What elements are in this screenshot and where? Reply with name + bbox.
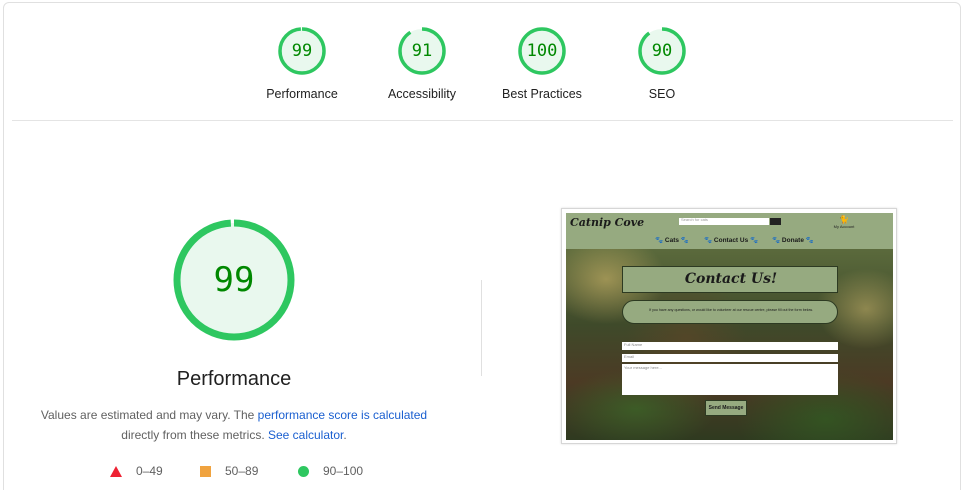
- site-hero-background: Contact Us! If you have any questions, o…: [566, 249, 893, 440]
- category-scores: 99 Performance 91 Accessibility 100 Best…: [0, 26, 967, 106]
- legend-range: 50–89: [225, 464, 259, 478]
- triangle-icon: [110, 465, 122, 477]
- legend-range: 0–49: [136, 464, 163, 478]
- score-value: 100: [526, 41, 558, 61]
- screenshot-page: Catnip Cove Search for cats 🐈 My Account…: [566, 213, 893, 440]
- site-nav-cats: 🐾 Cats 🐾: [655, 237, 689, 244]
- contact-title: Contact Us!: [684, 271, 778, 287]
- site-nav-links: 🐾 Cats 🐾 🐾 Contact Us 🐾 🐾 Donate 🐾: [566, 236, 893, 246]
- site-search-button: [770, 218, 781, 225]
- site-search-placeholder: Search for cats: [681, 217, 708, 222]
- site-message-field: Your message here...: [622, 364, 838, 395]
- category-label: Best Practices: [502, 87, 582, 101]
- score-value: 91: [411, 41, 433, 61]
- category-gauge-seo[interactable]: 90 SEO: [607, 26, 717, 101]
- score-ring: 91: [397, 26, 447, 76]
- site-send-button: Send Message: [705, 400, 747, 416]
- final-screenshot[interactable]: Catnip Cove Search for cats 🐈 My Account…: [561, 208, 897, 444]
- cat-icon: 🐈: [839, 215, 849, 224]
- score-value: 99: [291, 41, 313, 61]
- square-icon: [200, 465, 211, 477]
- legend-range: 90–100: [323, 464, 364, 478]
- desc-text: Values are estimated and may vary. The: [40, 408, 258, 422]
- category-gauge-accessibility[interactable]: 91 Accessibility: [367, 26, 477, 101]
- category-label: Accessibility: [387, 87, 457, 101]
- category-label: Performance: [266, 87, 338, 101]
- legend-average: 50–89: [200, 464, 258, 478]
- legend-fail: 0–49: [110, 464, 163, 478]
- score-ring: 100: [517, 26, 567, 76]
- performance-score-gauge: 99: [172, 218, 296, 342]
- score-value: 90: [651, 41, 673, 61]
- desc-text: .: [343, 428, 347, 442]
- performance-description: Values are estimated and may vary. The p…: [20, 405, 448, 445]
- performance-score-link[interactable]: performance score is calculated: [258, 408, 427, 422]
- category-label: SEO: [648, 87, 676, 101]
- category-gauge-best-practices[interactable]: 100 Best Practices: [487, 26, 597, 101]
- site-nav-contact: 🐾 Contact Us 🐾: [704, 237, 759, 244]
- contact-info-text: If you have any questions, or would like…: [649, 308, 813, 312]
- field-placeholder: Full Name: [624, 342, 643, 347]
- contact-info-box: If you have any questions, or would like…: [622, 300, 838, 324]
- contact-title-box: Contact Us!: [622, 266, 838, 293]
- field-placeholder: Email: [624, 354, 635, 359]
- section-divider: [12, 120, 953, 121]
- site-account-label: My Account: [833, 224, 855, 229]
- legend-pass: 90–100: [298, 464, 363, 478]
- site-nav-donate: 🐾 Donate 🐾: [772, 237, 814, 244]
- vertical-divider: [481, 280, 482, 376]
- field-placeholder: Your message here...: [624, 365, 662, 370]
- category-gauge-performance[interactable]: 99 Performance: [247, 26, 357, 101]
- site-logo: Catnip Cove: [570, 216, 645, 229]
- desc-text: directly from these metrics.: [121, 428, 268, 442]
- site-email-field: Email: [622, 354, 838, 362]
- performance-title: Performance: [176, 368, 292, 390]
- site-navbar: Catnip Cove Search for cats 🐈 My Account…: [566, 213, 893, 249]
- site-search-input: Search for cats: [679, 217, 769, 225]
- circle-icon: [298, 465, 309, 477]
- site-account: 🐈 My Account: [832, 215, 856, 229]
- score-ring: 99: [277, 26, 327, 76]
- score-ring: 90: [637, 26, 687, 76]
- see-calculator-link[interactable]: See calculator: [268, 428, 343, 442]
- site-name-field: Full Name: [622, 342, 838, 350]
- performance-score-value: 99: [213, 260, 255, 300]
